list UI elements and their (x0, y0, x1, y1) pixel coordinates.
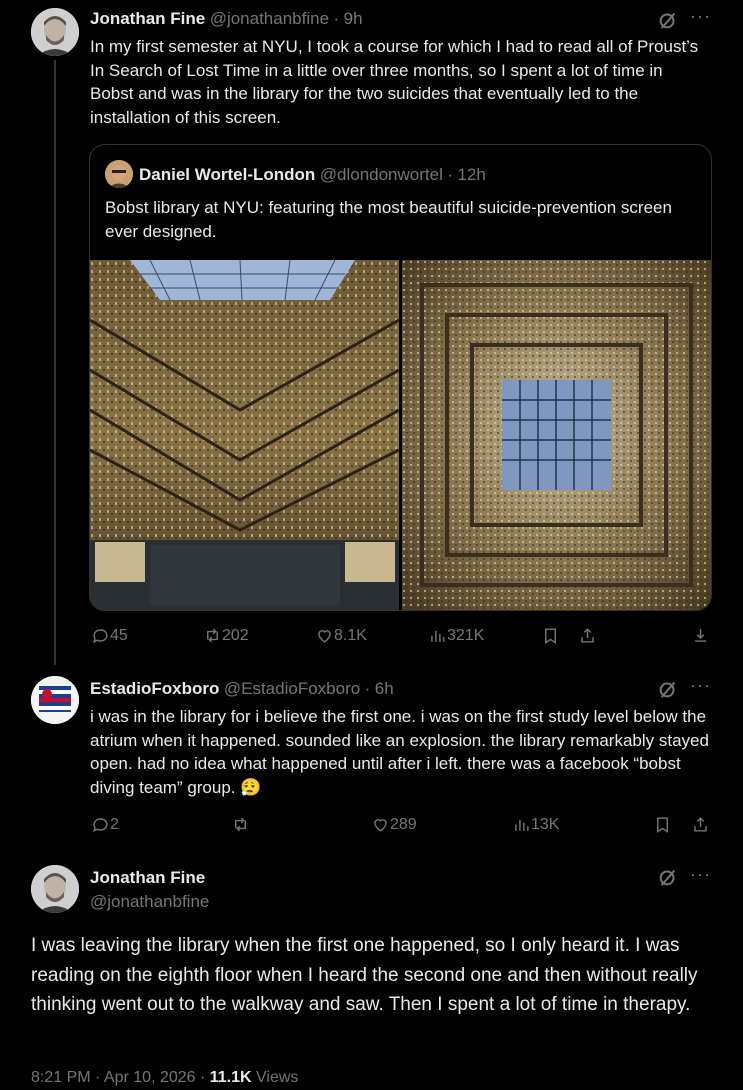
reply-icon (93, 629, 108, 644)
repost-icon (235, 817, 246, 832)
quoted-author-handle[interactable]: @dlondonwortel (320, 165, 443, 184)
author-handle[interactable]: @jonathanbfine (90, 892, 209, 912)
views-icon (431, 630, 445, 642)
separator: · (447, 165, 453, 184)
separator: · (364, 679, 371, 698)
views-count: 321K (447, 626, 485, 644)
views-count: 13K (531, 815, 560, 833)
avatar[interactable] (105, 160, 133, 188)
tweet-timestamp[interactable]: 8:21 PM · Apr 10, 2026 · (31, 1069, 210, 1086)
share-button[interactable] (691, 815, 710, 834)
repost-button[interactable] (231, 815, 250, 834)
repost-count: 202 (222, 626, 249, 644)
like-icon (374, 819, 387, 832)
reply-button[interactable]: 2 (91, 815, 119, 834)
author-handle[interactable]: @EstadioFoxboro (224, 679, 360, 698)
media-image[interactable] (402, 260, 711, 610)
quoted-tweet-text: Bobst library at NYU: featuring the most… (105, 198, 672, 241)
share-button[interactable] (578, 626, 597, 645)
tweet-time[interactable]: 9h (344, 9, 363, 28)
bookmark-button[interactable] (541, 626, 560, 645)
quoted-author-name[interactable]: Daniel Wortel-London (139, 165, 315, 184)
bookmark-icon (657, 817, 668, 833)
repost-button[interactable]: 202 (203, 626, 249, 645)
bookmark-button[interactable] (653, 815, 672, 834)
share-icon (581, 628, 594, 643)
tweet-text: In my first semester at NYU, I took a co… (90, 37, 699, 127)
main-tweet-text: I was leaving the library when the first… (31, 935, 698, 1015)
grok-icon[interactable] (657, 9, 679, 36)
tweet-time[interactable]: 6h (375, 679, 394, 698)
views-label: Views (256, 1069, 299, 1086)
download-icon (694, 629, 707, 642)
reply-count: 45 (110, 626, 128, 644)
grok-icon[interactable] (657, 678, 679, 705)
author-name[interactable]: Jonathan Fine (90, 9, 205, 28)
grok-icon[interactable] (657, 866, 679, 893)
thread-line (54, 60, 56, 665)
repost-icon (207, 628, 218, 643)
reply-button[interactable]: 45 (91, 626, 128, 645)
share-icon (694, 817, 707, 832)
like-button[interactable]: 289 (371, 815, 417, 834)
like-count: 8.1K (334, 626, 367, 644)
reply-icon (93, 818, 108, 833)
avatar[interactable] (31, 676, 79, 724)
like-count: 289 (390, 815, 417, 833)
like-icon (318, 630, 331, 643)
download-button[interactable] (691, 626, 710, 645)
reply-count: 2 (110, 815, 119, 833)
avatar[interactable] (31, 8, 79, 56)
quoted-tweet-time[interactable]: 12h (457, 165, 485, 184)
views-button[interactable]: 13K (512, 815, 559, 834)
views-button[interactable]: 321K (428, 626, 484, 645)
more-icon[interactable]: ··· (690, 6, 711, 27)
media-image[interactable] (90, 260, 399, 610)
quoted-tweet[interactable]: Daniel Wortel-London @dlondonwortel · 12… (89, 144, 712, 611)
like-button[interactable]: 8.1K (315, 626, 367, 645)
more-icon[interactable]: ··· (690, 864, 711, 885)
author-name[interactable]: Jonathan Fine (90, 868, 205, 888)
views-icon (515, 819, 529, 831)
tweet-text: i was in the library for i believe the f… (90, 707, 709, 797)
bookmark-icon (545, 628, 556, 644)
views-count: 11.1K (209, 1069, 252, 1086)
more-icon[interactable]: ··· (690, 675, 711, 696)
separator: · (333, 9, 340, 28)
author-handle[interactable]: @jonathanbfine (210, 9, 329, 28)
avatar[interactable] (31, 865, 79, 913)
author-name[interactable]: EstadioFoxboro (90, 679, 219, 698)
